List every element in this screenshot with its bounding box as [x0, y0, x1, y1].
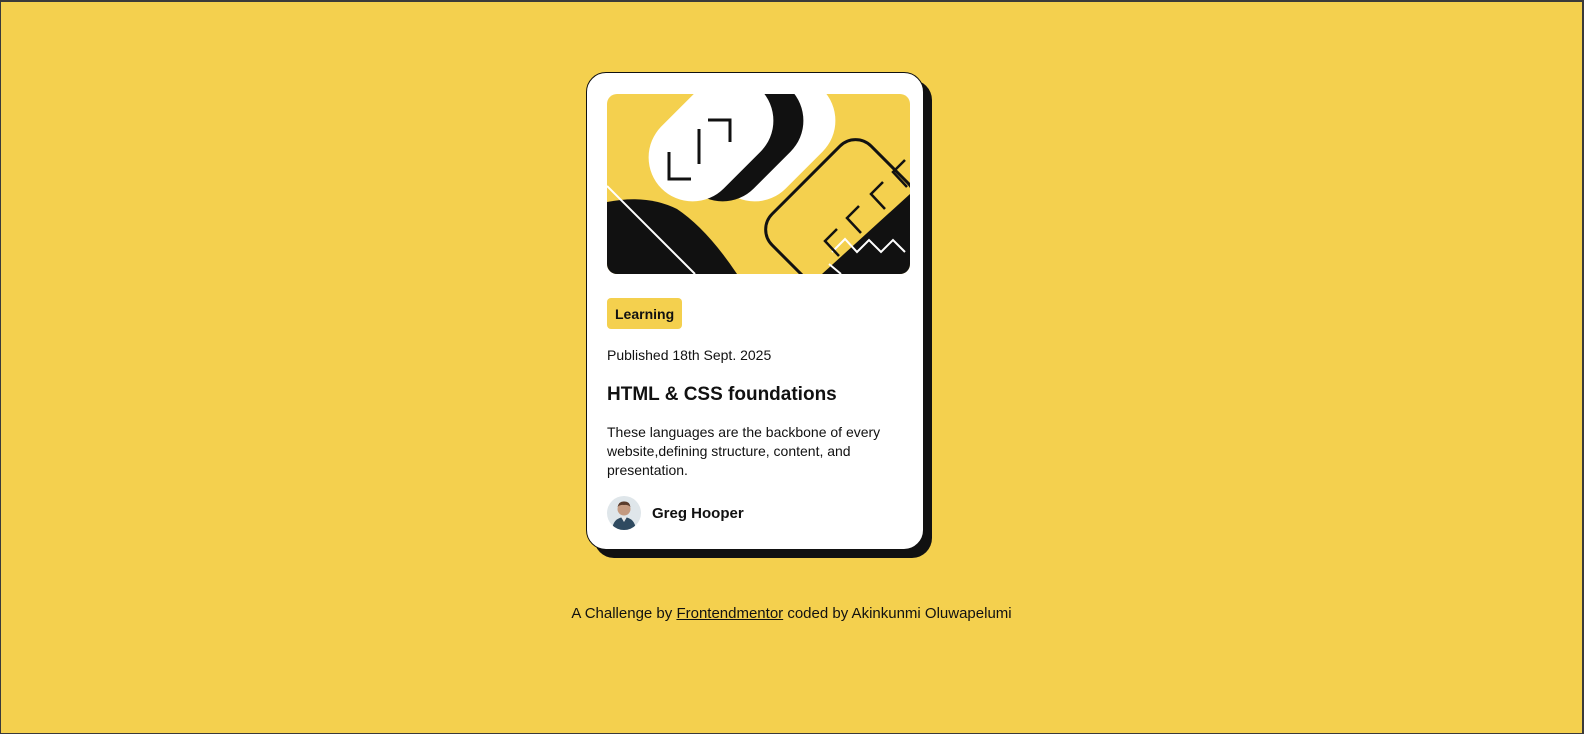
card-title[interactable]: HTML & CSS foundations — [607, 383, 909, 407]
attribution-suffix: coded by Akinkunmi Oluwapelumi — [783, 605, 1012, 622]
author-name: Greg Hooper — [652, 504, 744, 522]
card-description: These languages are the backbone of ever… — [607, 424, 881, 478]
abstract-code-illustration-icon — [607, 94, 910, 274]
author: Greg Hooper — [607, 496, 909, 530]
published-date: Published 18th Sept. 2025 — [607, 347, 772, 363]
attribution: A Challenge by Frontendmentor coded by A… — [1, 604, 1582, 624]
blog-preview-card: Learning Published 18th Sept. 2025 HTML … — [586, 72, 924, 550]
avatar — [607, 496, 641, 530]
category-tag: Learning — [607, 298, 683, 329]
frontendmentor-link[interactable]: Frontendmentor — [676, 605, 783, 622]
avatar-photo-icon — [607, 496, 641, 530]
attribution-prefix: A Challenge by — [571, 605, 677, 622]
